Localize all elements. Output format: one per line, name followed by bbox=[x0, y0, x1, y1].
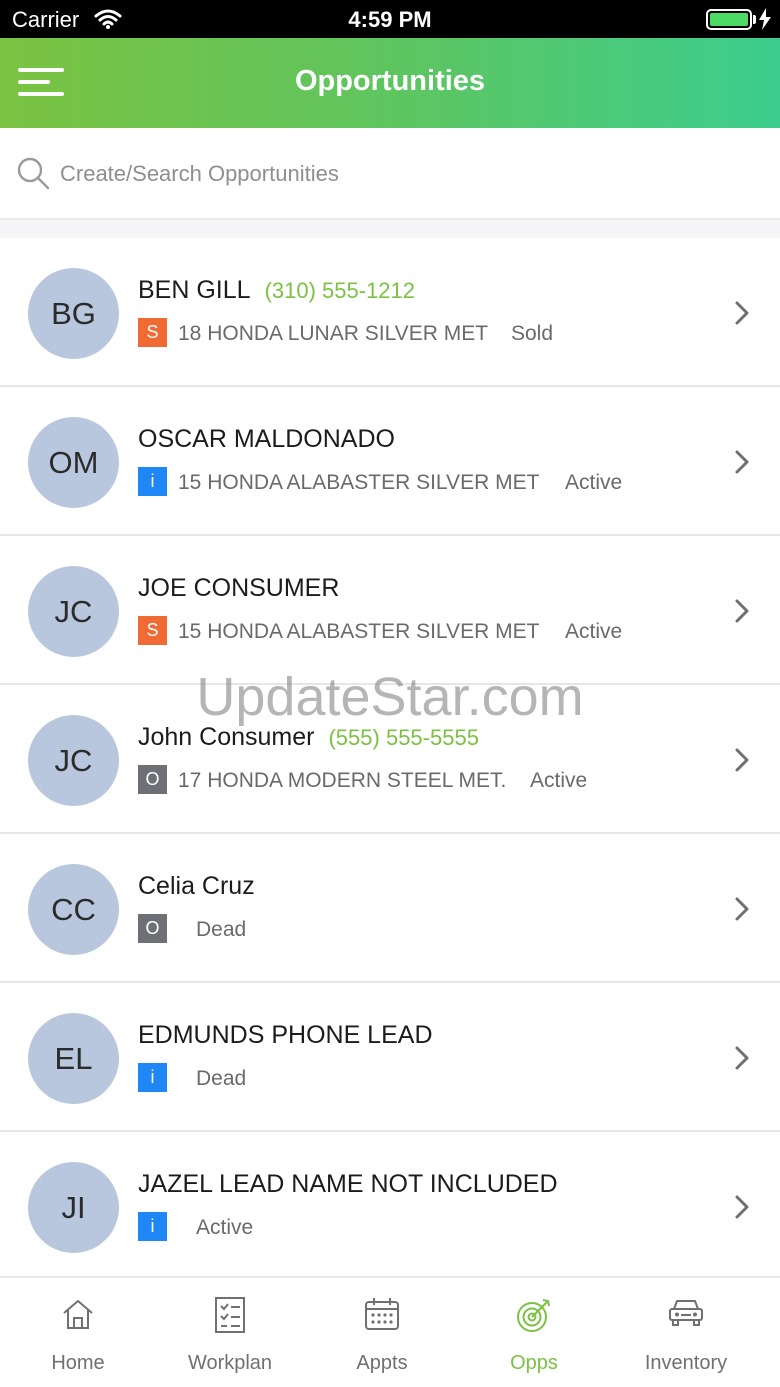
search-icon bbox=[16, 156, 50, 195]
search-input[interactable] bbox=[60, 152, 740, 196]
opportunity-row[interactable]: JC John Consumer (555) 555-5555 O 17 HOND… bbox=[0, 685, 780, 834]
status-label: Active bbox=[565, 471, 623, 494]
chevron-right-icon bbox=[734, 449, 750, 480]
opportunity-row[interactable]: JC JOE CONSUMER S 15 HONDA ALABASTER SIL… bbox=[0, 536, 780, 685]
tab-workplan[interactable]: Workplan bbox=[152, 1278, 308, 1387]
tab-opps[interactable]: Opps bbox=[456, 1278, 612, 1387]
chevron-right-icon bbox=[734, 747, 750, 778]
tab-home[interactable]: Home bbox=[0, 1278, 156, 1387]
phone-link[interactable]: (310) 555-1212 bbox=[265, 278, 415, 303]
vehicle-description: 15 HONDA ALABASTER SILVER MET bbox=[178, 620, 540, 643]
car-icon bbox=[667, 1300, 705, 1332]
customer-name: JOE CONSUMER bbox=[138, 574, 340, 602]
avatar: EL bbox=[28, 1013, 119, 1104]
source-badge: O bbox=[138, 765, 167, 794]
opportunity-row[interactable]: OM OSCAR MALDONADO i 15 HONDA ALABASTER … bbox=[0, 387, 780, 536]
chevron-right-icon bbox=[734, 1194, 750, 1225]
charging-bolt-icon bbox=[758, 8, 772, 35]
customer-name: John Consumer bbox=[138, 723, 315, 751]
status-label: Dead bbox=[196, 918, 247, 941]
phone-link[interactable]: (555) 555-5555 bbox=[328, 725, 478, 750]
tab-label: Inventory bbox=[644, 1352, 728, 1374]
tab-inventory[interactable]: Inventory bbox=[608, 1278, 764, 1387]
customer-name: JAZEL LEAD NAME NOT INCLUDED bbox=[138, 1170, 558, 1198]
customer-name: EDMUNDS PHONE LEAD bbox=[138, 1021, 433, 1049]
target-icon bbox=[515, 1299, 553, 1338]
battery-icon bbox=[706, 9, 752, 30]
tab-label: Workplan bbox=[187, 1352, 273, 1374]
opportunity-row[interactable]: BG BEN GILL (310) 555-1212 S 18 HONDA LUN… bbox=[0, 238, 780, 387]
opportunity-row[interactable]: CC Celia Cruz O Dead bbox=[0, 834, 780, 983]
clock-time: 4:59 PM bbox=[348, 7, 432, 32]
customer-name: BEN GILL bbox=[138, 276, 251, 304]
status-label: Active bbox=[530, 769, 588, 792]
calendar-icon bbox=[363, 1298, 401, 1336]
status-bar: Carrier 4:59 PM bbox=[0, 0, 780, 38]
status-label: Active bbox=[565, 620, 623, 643]
checklist-icon bbox=[212, 1297, 248, 1338]
customer-name: OSCAR MALDONADO bbox=[138, 425, 395, 453]
source-badge: S bbox=[138, 616, 167, 645]
avatar: JI bbox=[28, 1162, 119, 1253]
status-label: Active bbox=[196, 1216, 254, 1239]
opportunities-list: BG BEN GILL (310) 555-1212 S 18 HONDA LUN… bbox=[0, 238, 780, 1276]
opportunity-row[interactable]: EL EDMUNDS PHONE LEAD i Dead bbox=[0, 983, 780, 1132]
list-top-spacer bbox=[0, 220, 780, 238]
avatar: BG bbox=[28, 268, 119, 359]
nav-bar: Opportunities bbox=[0, 38, 780, 128]
chevron-right-icon bbox=[734, 1045, 750, 1076]
vehicle-description: 17 HONDA MODERN STEEL MET. bbox=[178, 769, 507, 792]
tab-label: Opps bbox=[510, 1352, 558, 1374]
avatar: CC bbox=[28, 864, 119, 955]
status-label: Sold bbox=[511, 322, 554, 345]
source-badge: S bbox=[138, 318, 167, 347]
search-bar bbox=[0, 128, 780, 220]
battery-cap bbox=[753, 15, 756, 24]
tab-bar: Home Workplan Appts Opps Inventory bbox=[0, 1276, 780, 1387]
source-badge: i bbox=[138, 1063, 167, 1092]
chevron-right-icon bbox=[734, 598, 750, 629]
vehicle-description: 18 HONDA LUNAR SILVER MET bbox=[178, 322, 489, 345]
tab-label: Appts bbox=[356, 1352, 408, 1374]
chevron-right-icon bbox=[734, 300, 750, 331]
tab-label: Home bbox=[51, 1352, 105, 1374]
source-badge: O bbox=[138, 914, 167, 943]
avatar: JC bbox=[28, 566, 119, 657]
avatar: OM bbox=[28, 417, 119, 508]
customer-name: Celia Cruz bbox=[138, 872, 255, 900]
avatar: JC bbox=[28, 715, 119, 806]
opportunity-row[interactable]: JI JAZEL LEAD NAME NOT INCLUDED i Active bbox=[0, 1132, 780, 1276]
source-badge: i bbox=[138, 467, 167, 496]
status-label: Dead bbox=[196, 1067, 247, 1090]
home-icon bbox=[60, 1300, 96, 1336]
source-badge: i bbox=[138, 1212, 167, 1241]
vehicle-description: 15 HONDA ALABASTER SILVER MET bbox=[178, 471, 540, 494]
tab-appts[interactable]: Appts bbox=[304, 1278, 460, 1387]
page-title: Opportunities bbox=[294, 65, 486, 97]
chevron-right-icon bbox=[734, 896, 750, 927]
